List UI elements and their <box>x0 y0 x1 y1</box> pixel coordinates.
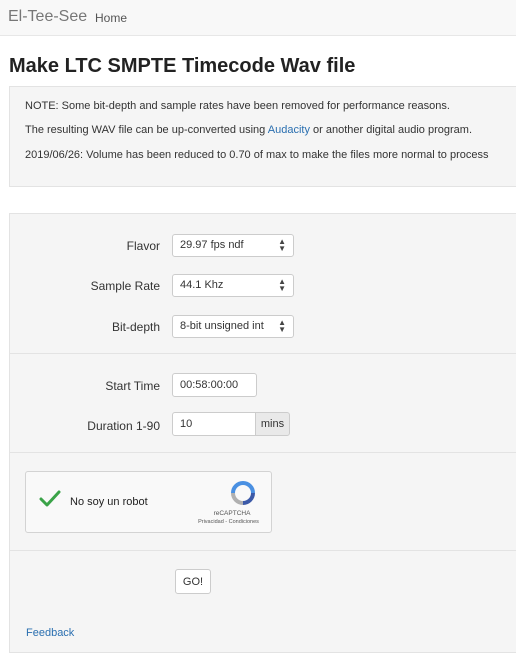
audacity-link[interactable]: Audacity <box>268 124 310 136</box>
divider <box>10 353 516 354</box>
start-time-input[interactable]: 00:58:00:00 <box>172 373 257 397</box>
select-arrows-icon: ▲ ▼ <box>278 237 286 253</box>
note-line-3: 2019/06/26: Volume has been reduced to 0… <box>25 149 489 161</box>
go-button[interactable]: GO! <box>175 569 211 594</box>
flavor-value: 29.97 fps ndf <box>180 239 244 251</box>
start-time-label: Start Time <box>105 379 160 393</box>
duration-input[interactable]: 10 <box>172 412 256 436</box>
recaptcha-brand: reCAPTCHA <box>213 510 251 517</box>
sample-rate-label: Sample Rate <box>90 279 160 293</box>
duration-unit-addon: mins <box>255 412 290 436</box>
sample-rate-select[interactable]: 44.1 Khz ▲ ▼ <box>172 274 294 297</box>
recaptcha-logo-icon <box>231 481 255 505</box>
feedback-link[interactable]: Feedback <box>26 627 74 639</box>
captcha-label: No soy un robot <box>70 496 148 508</box>
bit-depth-value: 8-bit unsigned int <box>180 320 264 332</box>
divider <box>10 550 516 551</box>
note-line-2-text-before: The resulting WAV file can be up-convert… <box>25 124 268 136</box>
bit-depth-select[interactable]: 8-bit unsigned int ▲ ▼ <box>172 315 294 338</box>
checkmark-icon <box>39 490 61 507</box>
recaptcha-links[interactable]: Privacidad - Condiciones <box>186 519 271 525</box>
divider <box>10 452 516 453</box>
brand-link[interactable]: El-Tee-See <box>8 8 87 26</box>
select-arrows-icon: ▲ ▼ <box>278 277 286 293</box>
nav-home-link[interactable]: Home <box>95 11 127 25</box>
bit-depth-label: Bit-depth <box>111 320 160 334</box>
note-line-2: The resulting WAV file can be up-convert… <box>25 124 472 136</box>
select-arrows-icon: ▲ ▼ <box>278 318 286 334</box>
page-title: Make LTC SMPTE Timecode Wav file <box>9 55 356 77</box>
flavor-label: Flavor <box>126 239 160 253</box>
navbar: El-Tee-See Home <box>0 0 516 36</box>
note-line-1: NOTE: Some bit-depth and sample rates ha… <box>25 100 450 112</box>
duration-label: Duration 1-90 <box>87 419 160 433</box>
flavor-select[interactable]: 29.97 fps ndf ▲ ▼ <box>172 234 294 257</box>
recaptcha-widget[interactable]: No soy un robot reCAPTCHA Privacidad - C… <box>25 471 272 533</box>
note-line-2-text-after: or another digital audio program. <box>309 124 472 136</box>
notes-well: NOTE: Some bit-depth and sample rates ha… <box>9 86 516 187</box>
timecode-form: Flavor 29.97 fps ndf ▲ ▼ Sample Rate 44.1… <box>9 213 516 653</box>
sample-rate-value: 44.1 Khz <box>180 279 224 291</box>
